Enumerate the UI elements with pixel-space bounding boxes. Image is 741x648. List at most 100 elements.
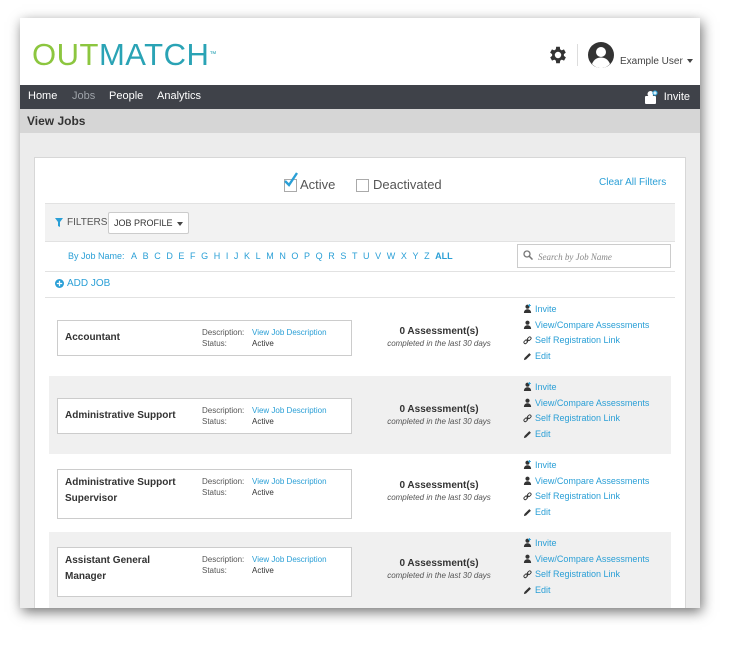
invite-link[interactable]: Invite [523, 301, 673, 317]
job-name: Administrative Support Supervisor [65, 477, 176, 504]
alpha-letter-h[interactable]: H [214, 251, 221, 261]
alpha-letter-e[interactable]: E [178, 251, 184, 261]
alpha-letter-x[interactable]: X [401, 251, 407, 261]
alpha-letter-i[interactable]: I [226, 251, 229, 261]
alpha-letter-l[interactable]: L [256, 251, 261, 261]
alpha-letter-j[interactable]: J [234, 251, 239, 261]
alpha-letter-r[interactable]: R [328, 251, 335, 261]
job-card[interactable]: Administrative Support Description: View J… [57, 398, 352, 434]
edit-link[interactable]: Edit [523, 348, 673, 364]
logo-tm-mark: ™ [209, 51, 217, 58]
filters-toggle[interactable]: FILTERS [55, 217, 107, 228]
add-job-row: ADD JOB [45, 271, 675, 298]
alpha-letter-w[interactable]: W [387, 251, 396, 261]
view-compare-assessments-link[interactable]: View/Compare Assessments [523, 473, 673, 489]
alpha-letter-p[interactable]: P [304, 251, 310, 261]
invite-link[interactable]: Invite [523, 535, 673, 551]
assessment-count: 0 Assessment(s) [399, 558, 479, 569]
alpha-letter-b[interactable]: B [143, 251, 149, 261]
self-registration-link[interactable]: Self Registration Link [523, 567, 673, 583]
invite-link[interactable]: Invite [523, 379, 673, 395]
view-compare-assessments-link[interactable]: View/Compare Assessments [523, 317, 673, 333]
view-job-description-link[interactable]: View Job Description [252, 555, 327, 565]
view-compare-assessments-link[interactable]: View/Compare Assessments [523, 551, 673, 567]
action-label: Edit [535, 585, 551, 596]
alpha-letter-f[interactable]: F [190, 251, 196, 261]
assessment-summary: 0 Assessment(s) completed in the last 30 … [369, 326, 509, 348]
avatar-icon[interactable] [588, 42, 614, 68]
alpha-letter-c[interactable]: C [154, 251, 161, 261]
user-plus-icon [523, 460, 532, 470]
alpha-letter-y[interactable]: Y [412, 251, 418, 261]
job-card[interactable]: Accountant Description: View Job Descripti… [57, 320, 352, 356]
pencil-icon [523, 586, 531, 594]
pencil-icon [523, 352, 531, 360]
view-compare-assessments-link[interactable]: View/Compare Assessments [523, 395, 673, 411]
deactivated-checkbox[interactable] [356, 179, 369, 192]
alpha-letter-z[interactable]: Z [424, 251, 430, 261]
job-row: Administrative Support Supervisor Descrip… [49, 454, 671, 532]
job-actions: Invite View/Compare Assessments Self Regis… [523, 301, 673, 364]
view-job-description-link[interactable]: View Job Description [252, 477, 327, 487]
description-label: Description: [202, 477, 245, 486]
status-value: Active [252, 417, 274, 426]
alphabet-filter-label: By Job Name: [68, 251, 125, 261]
link-icon [523, 492, 532, 501]
invite-link[interactable]: Invite [523, 457, 673, 473]
alpha-letter-t[interactable]: T [352, 251, 358, 261]
view-job-description-link[interactable]: View Job Description [252, 328, 327, 338]
nav-invite-button[interactable]: Invite [644, 88, 690, 106]
chevron-down-icon [176, 221, 183, 226]
self-registration-link[interactable]: Self Registration Link [523, 489, 673, 505]
nav-jobs[interactable]: Jobs [72, 90, 95, 102]
job-search-box[interactable] [517, 244, 671, 268]
alpha-letter-n[interactable]: N [279, 251, 286, 261]
nav-analytics[interactable]: Analytics [157, 90, 201, 102]
alpha-letter-k[interactable]: K [244, 251, 250, 261]
alpha-letter-v[interactable]: V [375, 251, 381, 261]
self-registration-link[interactable]: Self Registration Link [523, 411, 673, 427]
action-label: Self Registration Link [535, 335, 621, 346]
gear-icon[interactable] [547, 44, 569, 66]
job-name: Administrative Support [65, 410, 176, 421]
action-label: Invite [535, 303, 557, 314]
self-registration-link[interactable]: Self Registration Link [523, 333, 673, 349]
job-profile-dropdown[interactable]: JOB PROFILE [108, 212, 189, 234]
view-job-description-link[interactable]: View Job Description [252, 406, 327, 416]
user-icon [523, 554, 532, 564]
filters-label: FILTERS [67, 217, 108, 228]
job-card[interactable]: Administrative Support Supervisor Descrip… [57, 469, 352, 519]
description-label: Description: [202, 555, 245, 564]
job-actions: Invite View/Compare Assessments Self Regis… [523, 457, 673, 520]
alpha-letter-all[interactable]: ALL [435, 251, 453, 261]
alpha-letter-s[interactable]: S [340, 251, 346, 261]
user-icon [523, 476, 532, 486]
plus-circle-icon [55, 279, 64, 288]
chevron-down-icon [686, 59, 693, 64]
outmatch-logo[interactable]: OUTMATCH™ [32, 38, 217, 72]
status-filter-row: Active Deactivated Clear All Filters [35, 158, 685, 203]
edit-link[interactable]: Edit [523, 582, 673, 598]
add-user-icon [644, 90, 658, 104]
add-job-button[interactable]: ADD JOB [55, 278, 110, 289]
nav-home[interactable]: Home [28, 90, 57, 102]
alpha-letter-u[interactable]: U [363, 251, 370, 261]
action-label: Self Registration Link [535, 491, 621, 502]
action-label: Self Registration Link [535, 413, 621, 424]
clear-all-filters-link[interactable]: Clear All Filters [599, 177, 666, 188]
nav-people[interactable]: People [109, 90, 143, 102]
search-icon [523, 250, 533, 260]
job-search-input[interactable] [536, 248, 668, 265]
alpha-letter-m[interactable]: M [266, 251, 274, 261]
alpha-letter-a[interactable]: A [131, 251, 137, 261]
status-label: Status: [202, 339, 227, 348]
edit-link[interactable]: Edit [523, 504, 673, 520]
alpha-letter-d[interactable]: D [166, 251, 173, 261]
edit-link[interactable]: Edit [523, 426, 673, 442]
assessment-summary: 0 Assessment(s) completed in the last 30 … [369, 558, 509, 580]
alpha-letter-q[interactable]: Q [316, 251, 323, 261]
alpha-letter-o[interactable]: O [291, 251, 298, 261]
user-menu[interactable]: Example User [620, 56, 693, 67]
job-card[interactable]: Assistant General Manager Description: Vie… [57, 547, 352, 597]
alpha-letter-g[interactable]: G [201, 251, 208, 261]
